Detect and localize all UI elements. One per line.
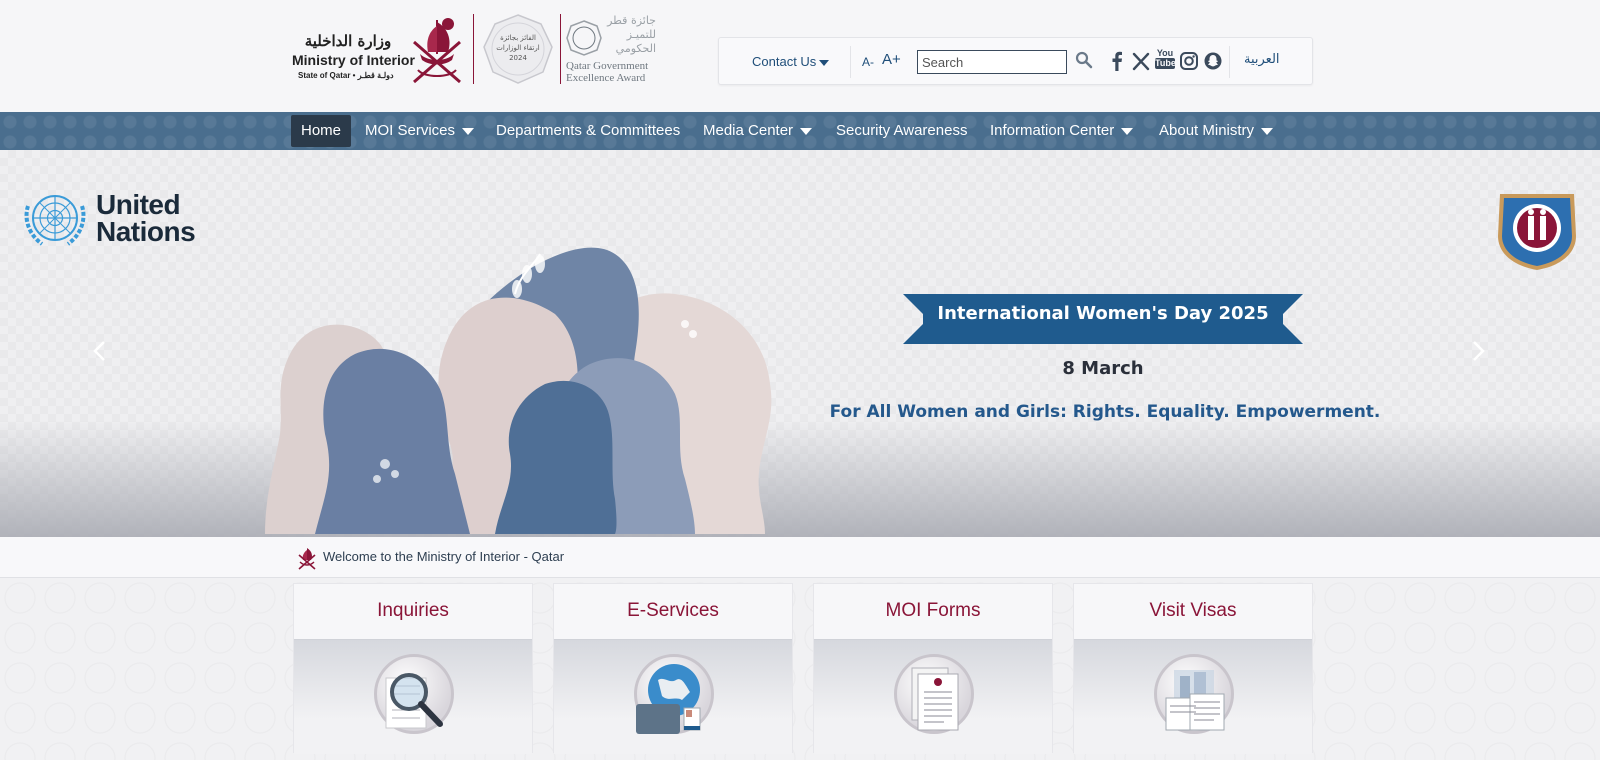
award-ar-line2: للتميـز [626, 28, 656, 41]
logo-divider [473, 14, 474, 84]
award-badge-year: 2024 [509, 54, 527, 62]
nav-item-information-center[interactable]: Information Center [990, 115, 1134, 147]
award-badge-text: الفائز بجائزة ارتقاء الوزارات 2024 [483, 33, 553, 63]
search-input[interactable] [917, 50, 1067, 74]
card-visit-visas[interactable]: Visit Visas [1073, 583, 1313, 754]
award-en-line2: Excellence Award [566, 72, 646, 84]
women-silhouettes-illustration [265, 247, 772, 534]
instagram-icon[interactable] [1179, 50, 1199, 72]
chevron-down-icon [462, 127, 475, 135]
contact-us-label: Contact Us [752, 54, 817, 69]
nav-item-label: About Ministry [1159, 122, 1255, 139]
moi-logo[interactable]: وزارة الداخلية Ministry of Interior Stat… [290, 12, 670, 86]
award-badge-line2: ارتقاء الوزارات [496, 44, 540, 52]
youtube-icon[interactable]: You Tube [1155, 48, 1176, 71]
welcome-message: Welcome to the Ministry of Interior - Qa… [323, 549, 565, 564]
contact-us-dropdown[interactable]: Contact Us [752, 54, 830, 69]
card-moi-forms[interactable]: MOI Forms [813, 583, 1053, 754]
ministry-name-arabic: وزارة الداخلية [304, 32, 392, 50]
globe-laptop-icon [636, 664, 701, 734]
search-icon[interactable] [1075, 51, 1093, 69]
award-ar-line3: الحكومي [615, 42, 656, 55]
award-divider [560, 14, 561, 84]
site-header: وزارة الداخلية Ministry of Interior Stat… [0, 0, 1600, 112]
nav-item-departments[interactable]: Departments & Committees [496, 115, 680, 147]
card-title: E-Services [627, 600, 719, 621]
nav-item-home[interactable]: Home [291, 115, 352, 147]
qatar-emblem-small-icon [298, 548, 316, 570]
font-increase-button[interactable]: A+ [882, 51, 901, 68]
font-decrease-button[interactable]: A- [862, 55, 874, 69]
snapchat-icon[interactable] [1203, 50, 1223, 72]
card-inquiries[interactable]: Inquiries [293, 583, 533, 754]
chevron-down-icon [1261, 127, 1274, 135]
visa-documents-icon [1165, 670, 1225, 731]
carousel-next-arrow-icon[interactable] [1472, 340, 1486, 362]
nav-item-label: Security Awareness [836, 122, 968, 139]
qatar-emblem-icon [413, 18, 461, 84]
card-title: MOI Forms [885, 600, 981, 621]
nav-item-security-awareness[interactable]: Security Awareness [836, 115, 967, 147]
award-name-arabic: جائزة قطر للتميـز الحكومي [596, 14, 656, 56]
forms-icon [911, 667, 959, 731]
toolbar-divider [850, 46, 851, 78]
nav-item-label: Departments & Committees [496, 122, 681, 139]
nav-item-label: Media Center [703, 122, 794, 139]
youtube-icon-text-bottom: Tube [1155, 58, 1176, 69]
hero-banner-slide[interactable] [0, 150, 1600, 537]
nav-item-label: MOI Services [365, 122, 456, 139]
carousel-prev-arrow-icon[interactable] [92, 340, 106, 362]
award-en-line1: Qatar Government [566, 60, 649, 72]
human-rights-department-seal-icon [1498, 194, 1576, 270]
banner-date: 8 March [1062, 358, 1144, 379]
banner-slogan: For All Women and Girls: Rights. Equalit… [829, 402, 1381, 422]
youtube-icon-text-top: You [1156, 48, 1174, 58]
quick-links-section [0, 578, 1600, 760]
card-image-area [554, 639, 792, 754]
chevron-down-icon [819, 59, 830, 66]
award-name-english: Qatar Government Excellence Award [566, 60, 648, 84]
un-wordmark-line2: Nations [96, 216, 196, 247]
banner-title: International Women's Day 2025 [937, 303, 1269, 324]
banner-fade [0, 420, 1600, 537]
card-image-area [814, 639, 1052, 754]
facebook-icon[interactable] [1107, 50, 1127, 72]
chevron-down-icon [800, 127, 813, 135]
chevron-down-icon [1121, 127, 1134, 135]
ministry-subtitle: State of Qatar • دولـة قطـر [298, 71, 394, 80]
ministry-name-english: Ministry of Interior [292, 52, 415, 68]
nav-item-moi-services[interactable]: MOI Services [365, 115, 475, 147]
card-e-services[interactable]: E-Services [553, 583, 793, 754]
award-ar-line1: جائزة قطر [607, 14, 656, 27]
nav-item-label: Information Center [990, 122, 1115, 139]
nav-item-media-center[interactable]: Media Center [703, 115, 813, 147]
card-image-area [294, 639, 532, 754]
magnifier-icon [385, 673, 443, 729]
x-icon[interactable] [1131, 50, 1151, 72]
un-wordmark-line1: United [96, 189, 181, 220]
toolbar-divider-2 [1229, 46, 1230, 78]
nav-item-label: Home [301, 122, 342, 139]
un-emblem-icon [24, 195, 86, 246]
card-title: Visit Visas [1149, 600, 1237, 621]
un-wordmark: United Nations [96, 189, 196, 247]
welcome-bar: Welcome to the Ministry of Interior - Qa… [0, 537, 1600, 578]
nav-item-about-ministry[interactable]: About Ministry [1159, 115, 1274, 147]
card-image-area [1074, 639, 1312, 754]
main-navigation: Home MOI Services Departments & Committe… [0, 112, 1600, 150]
card-title: Inquiries [377, 600, 449, 621]
award-badge-line1: الفائز بجائزة [500, 34, 536, 42]
utility-toolbar: Contact Us A- A+ You Tube العربية [718, 37, 1313, 85]
language-switch-link[interactable]: العربية [1244, 52, 1280, 67]
